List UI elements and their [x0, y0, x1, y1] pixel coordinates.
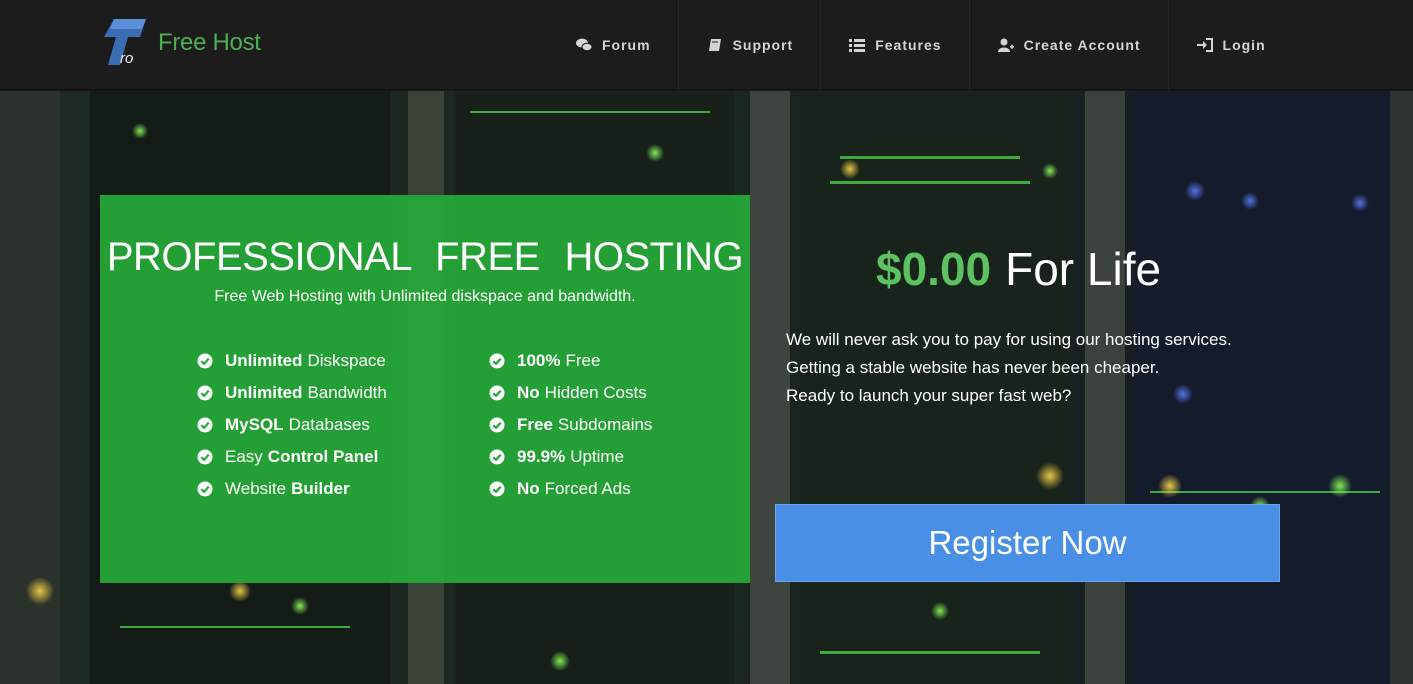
feature-item: 100% Free	[489, 345, 652, 377]
feature-text: Hidden Costs	[544, 383, 647, 402]
hero-subtitle: Free Web Hosting with Unlimited diskspac…	[214, 288, 636, 305]
check-circle-icon	[489, 353, 505, 369]
feature-item: 99.9% Uptime	[489, 441, 652, 473]
feature-text: Databases	[288, 415, 370, 434]
feature-bold: Unlimited	[225, 383, 303, 402]
svg-text:ro: ro	[120, 50, 133, 67]
check-circle-icon	[197, 353, 213, 369]
feature-bold: MySQL	[225, 415, 284, 434]
check-circle-icon	[489, 481, 505, 497]
check-circle-icon	[197, 449, 213, 465]
feature-item: Unlimited Bandwidth	[197, 377, 387, 409]
ro-logo-icon: ro	[104, 19, 146, 67]
nav-forum-label: Forum	[602, 37, 651, 53]
feature-bold: Unlimited	[225, 351, 303, 370]
feature-item: No Forced Ads	[489, 473, 652, 505]
feature-item: MySQL Databases	[197, 409, 387, 441]
price-suffix: For Life	[1005, 243, 1162, 295]
features-list-left: Unlimited Diskspace Unlimited Bandwidth My…	[197, 345, 387, 505]
feature-pre-text: Website	[225, 479, 287, 498]
nav-create-account-label: Create Account	[1023, 37, 1141, 53]
check-circle-icon	[489, 449, 505, 465]
feature-text: Bandwidth	[307, 383, 387, 402]
check-circle-icon	[197, 481, 213, 497]
brand-name: Free Host	[158, 29, 261, 56]
price-heading: $0.00 For Life	[876, 242, 1161, 296]
feature-item: Website Builder	[197, 473, 387, 505]
description-line: Getting a stable website has never been …	[786, 358, 1160, 377]
user-plus-icon	[997, 37, 1015, 53]
feature-bold: 100%	[517, 351, 561, 370]
nav-support[interactable]: Support	[677, 0, 821, 90]
nav-support-label: Support	[732, 37, 794, 53]
nav-login-label: Login	[1222, 37, 1266, 53]
feature-item: No Hidden Costs	[489, 377, 652, 409]
features-list-right: 100% Free No Hidden Costs Free Subdomains 9…	[489, 345, 652, 505]
register-now-button[interactable]: Register Now	[775, 504, 1280, 582]
feature-text: Forced Ads	[544, 479, 631, 498]
hero-title: PROFESSIONAL FREE HOSTING	[106, 235, 744, 279]
feature-bold: 99.9%	[517, 447, 566, 466]
hero-section: PROFESSIONAL FREE HOSTING Free Web Hosti…	[0, 91, 1413, 684]
feature-item: Unlimited Diskspace	[197, 345, 387, 377]
feature-text: Diskspace	[307, 351, 386, 370]
list-icon	[848, 37, 866, 53]
nav-forum[interactable]: Forum	[548, 0, 678, 90]
book-icon	[706, 37, 724, 53]
hero-description: We will never ask you to pay for using o…	[786, 326, 1232, 410]
feature-text: Free	[565, 351, 601, 370]
description-line: Ready to launch your super fast web?	[786, 386, 1072, 405]
feature-bold: Builder	[291, 479, 350, 498]
feature-bold: Control Panel	[267, 447, 379, 466]
feature-item: Free Subdomains	[489, 409, 652, 441]
check-circle-icon	[197, 385, 213, 401]
feature-text: Uptime	[570, 447, 625, 466]
top-navbar: ro Free Host Forum Support Features Crea…	[0, 0, 1413, 90]
features-panel: PROFESSIONAL FREE HOSTING Free Web Hosti…	[100, 195, 750, 583]
main-nav: Forum Support Features Create Account Lo…	[548, 0, 1293, 90]
feature-bold: No	[517, 479, 540, 498]
nav-features-label: Features	[875, 37, 942, 53]
check-circle-icon	[489, 385, 505, 401]
feature-bold: No	[517, 383, 540, 402]
brand-logo[interactable]: ro Free Host	[100, 16, 280, 70]
price-amount: $0.00	[876, 243, 992, 295]
nav-features[interactable]: Features	[820, 0, 968, 90]
feature-text: Subdomains	[557, 415, 653, 434]
nav-create-account[interactable]: Create Account	[968, 0, 1168, 90]
check-circle-icon	[489, 417, 505, 433]
check-circle-icon	[197, 417, 213, 433]
nav-login[interactable]: Login	[1167, 0, 1293, 90]
description-line: We will never ask you to pay for using o…	[786, 330, 1232, 349]
feature-bold: Free	[517, 415, 553, 434]
feature-pre-text: Easy	[225, 447, 263, 466]
feature-item: Easy Control Panel	[197, 441, 387, 473]
chat-bubbles-icon	[575, 37, 593, 53]
sign-in-icon	[1196, 37, 1214, 53]
